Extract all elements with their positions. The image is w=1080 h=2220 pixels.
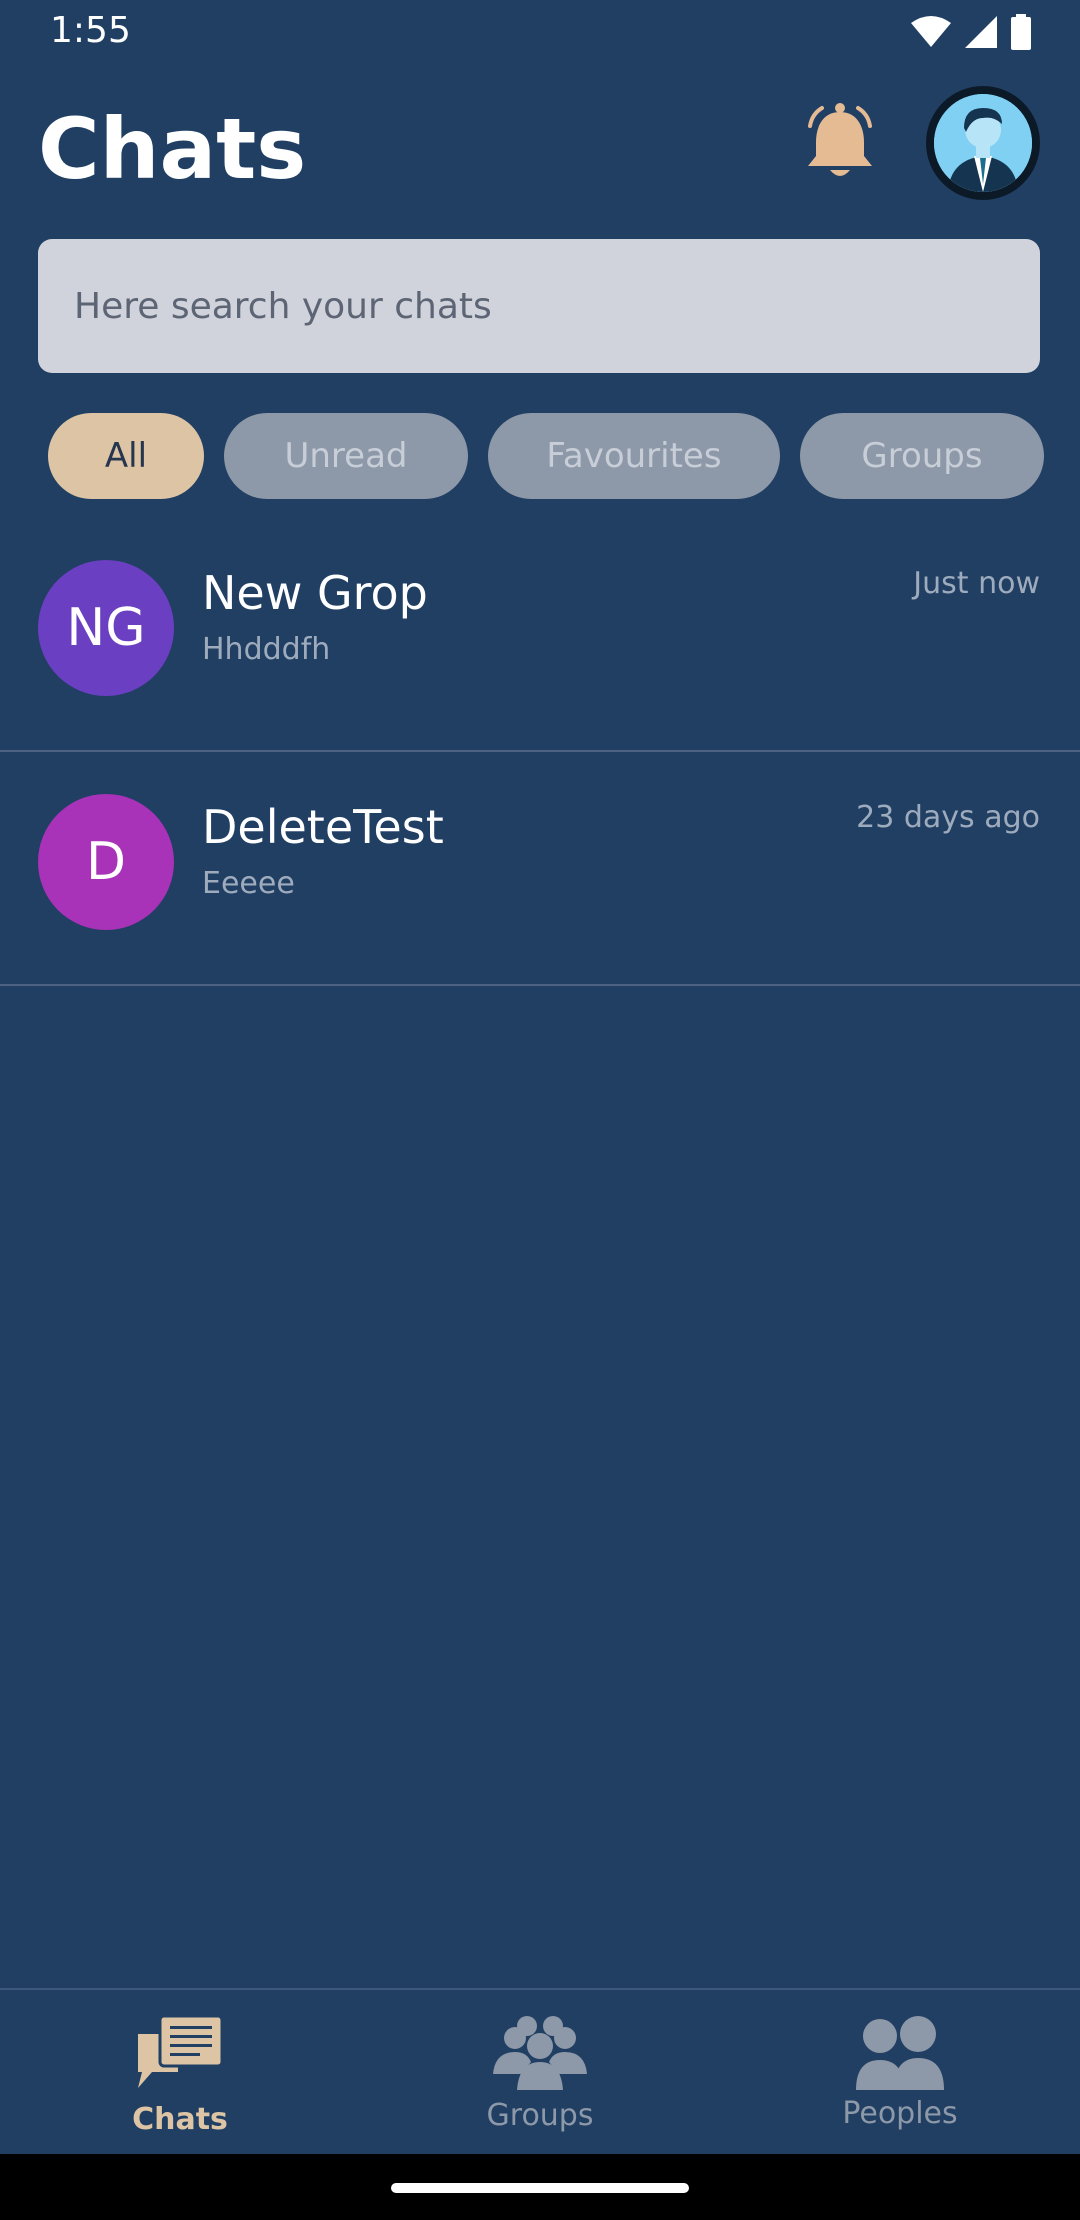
system-nav-bar (0, 2154, 1080, 2220)
chat-name: New Grop (202, 566, 428, 620)
home-gesture-bar[interactable] (391, 2183, 689, 2193)
filter-chip-favourites[interactable]: Favourites (488, 413, 780, 499)
search-input[interactable] (38, 239, 1040, 373)
people-icon (856, 2016, 944, 2090)
notification-bell-icon[interactable] (802, 102, 878, 182)
filter-chip-all[interactable]: All (48, 413, 204, 499)
filter-chip-unread[interactable]: Unread (224, 413, 468, 499)
chat-avatar: D (38, 794, 174, 930)
chat-last-message: Eeeee (202, 866, 295, 901)
nav-label-peoples: Peoples (842, 2096, 958, 2131)
nav-label-groups: Groups (486, 2098, 594, 2133)
nav-label-chats: Chats (132, 2102, 228, 2137)
status-icons (910, 14, 1032, 50)
chat-time: Just now (913, 566, 1040, 601)
chat-avatar: NG (38, 560, 174, 696)
bottom-nav: Chats Groups Peoples (0, 1988, 1080, 2156)
header: Chats (0, 80, 1080, 210)
page-title: Chats (38, 100, 307, 198)
chat-list-item[interactable]: D DeleteTest Eeeee 23 days ago (0, 754, 1080, 986)
status-bar: 1:55 (0, 0, 1080, 66)
groups-icon (493, 2016, 587, 2090)
chat-list-item[interactable]: NG New Grop Hhdddfh Just now (0, 520, 1080, 752)
nav-item-chats[interactable]: Chats (80, 2014, 280, 2137)
wifi-icon (911, 16, 951, 47)
nav-item-peoples[interactable]: Peoples (800, 2014, 1000, 2131)
signal-icon (965, 16, 997, 48)
nav-item-groups[interactable]: Groups (440, 2014, 640, 2133)
chat-icon (138, 2014, 224, 2088)
battery-icon (1011, 14, 1031, 50)
filter-chip-groups[interactable]: Groups (800, 413, 1044, 499)
profile-avatar[interactable] (926, 86, 1040, 200)
chat-time: 23 days ago (856, 800, 1040, 835)
avatar-image (934, 94, 1032, 192)
chat-name: DeleteTest (202, 800, 444, 854)
status-time: 1:55 (50, 10, 131, 51)
chat-last-message: Hhdddfh (202, 632, 331, 667)
